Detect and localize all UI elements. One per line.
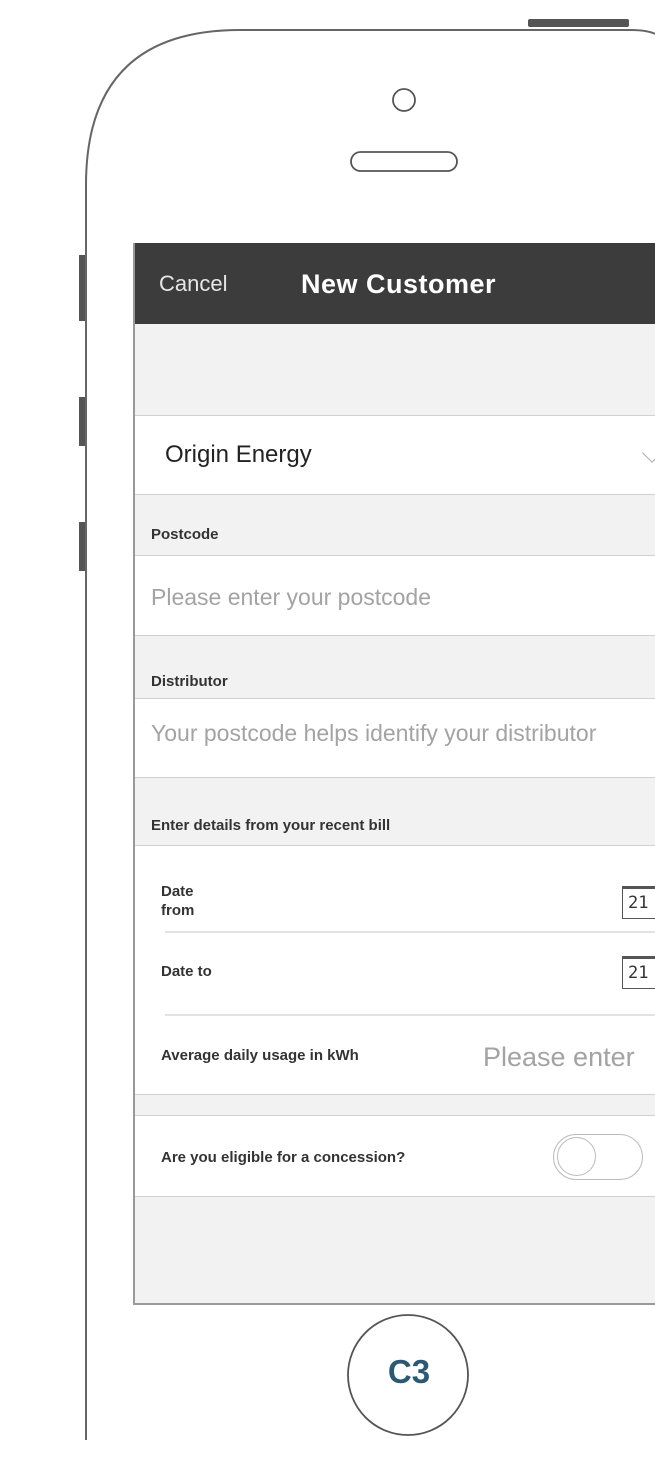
navigation-bar: Cancel New Customer: [135, 243, 655, 324]
bill-details-card: Date from 21 Date to 21 Average daily us…: [135, 845, 655, 1095]
date-from-calendar-day: 21: [628, 893, 649, 913]
date-from-label-line1: Date: [161, 883, 194, 900]
retailer-selected-value: Origin Energy: [165, 441, 312, 468]
postcode-input[interactable]: Please enter your postcode: [135, 555, 655, 636]
date-to-calendar-day: 21: [628, 963, 649, 983]
volume-down-button: [79, 522, 85, 571]
page-title: New Customer: [301, 269, 497, 299]
date-to-label: Date to: [161, 963, 212, 980]
usage-input[interactable]: Please enter: [483, 1042, 635, 1073]
date-from-label: Date from: [161, 882, 194, 920]
divider: [165, 1014, 655, 1016]
concession-toggle[interactable]: [553, 1134, 643, 1180]
cancel-button[interactable]: Cancel: [159, 271, 227, 297]
usage-label: Average daily usage in kWh: [161, 1047, 359, 1064]
chevron-down-icon: [642, 443, 655, 463]
top-power-button: [528, 19, 629, 27]
home-button-label: C3: [387, 1353, 431, 1390]
postcode-label: Postcode: [151, 526, 219, 543]
earpiece-speaker: [350, 151, 458, 172]
date-from-label-line2: from: [161, 902, 195, 919]
front-camera: [392, 88, 416, 112]
concession-label: Are you eligible for a concession?: [161, 1149, 406, 1166]
toggle-knob: [557, 1137, 596, 1176]
mute-switch: [79, 255, 85, 321]
postcode-placeholder: Please enter your postcode: [151, 584, 432, 610]
volume-up-button: [79, 397, 85, 446]
app-screen: Cancel New Customer Origin Energy Postco…: [133, 243, 655, 1305]
date-to-calendar-icon[interactable]: 21: [622, 956, 655, 989]
divider: [165, 931, 655, 933]
date-from-calendar-icon[interactable]: 21: [622, 886, 655, 919]
distributor-field: Your postcode helps identify your distri…: [135, 698, 655, 778]
concession-row: Are you eligible for a concession?: [135, 1115, 655, 1197]
distributor-label: Distributor: [151, 673, 228, 690]
distributor-helper-text: Your postcode helps identify your distri…: [151, 720, 597, 746]
bill-section-label: Enter details from your recent bill: [151, 817, 391, 834]
retailer-select[interactable]: Origin Energy: [135, 415, 655, 495]
